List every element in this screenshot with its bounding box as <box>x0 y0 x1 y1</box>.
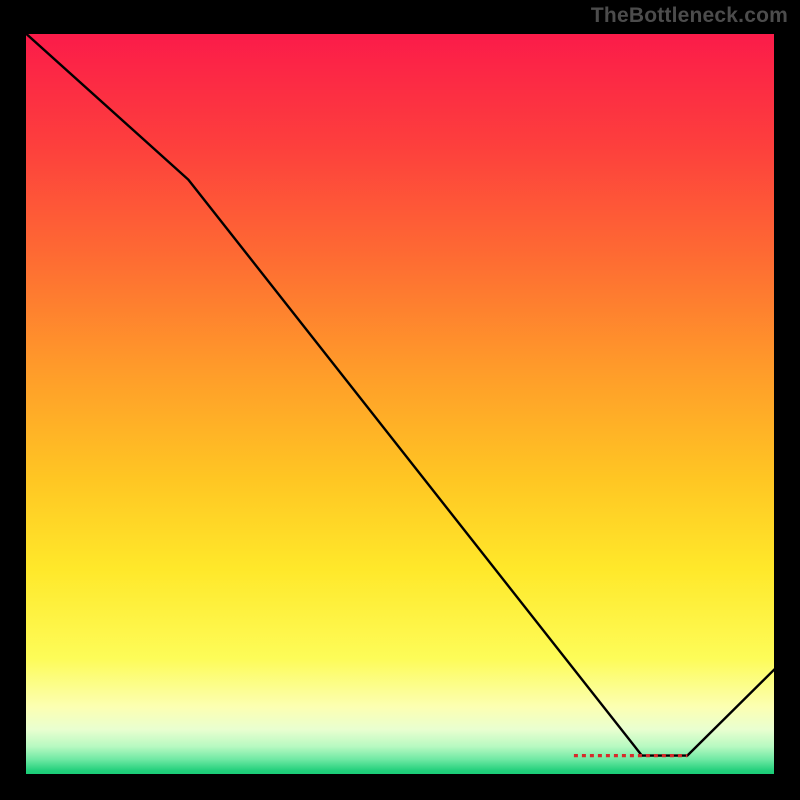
chart-stage: TheBottleneck.com <box>0 0 800 800</box>
gradient-background <box>22 30 778 778</box>
watermark: TheBottleneck.com <box>591 4 788 28</box>
chart-plot <box>22 30 778 778</box>
